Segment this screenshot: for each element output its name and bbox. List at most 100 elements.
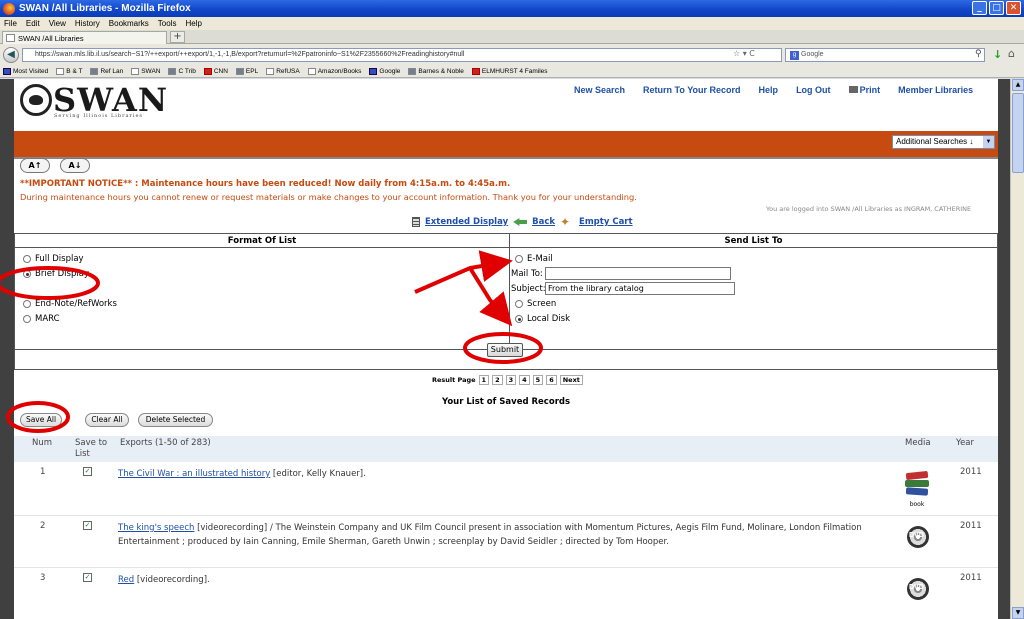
menu-help[interactable]: Help <box>185 19 201 28</box>
member-libraries-link[interactable]: Member Libraries <box>898 85 973 95</box>
mail-to-input[interactable] <box>545 267 731 280</box>
tab-bar: SWAN /All Libraries + <box>0 30 1024 44</box>
new-tab-button[interactable]: + <box>170 31 185 43</box>
back-arrow-icon[interactable]: ◀ <box>3 47 19 63</box>
bookmark-barnes-noble[interactable]: Barnes & Noble <box>408 67 464 75</box>
reload-icon[interactable]: ☆ ▾ C <box>733 49 755 58</box>
back-link[interactable]: Back <box>532 217 555 227</box>
radio-icon <box>515 255 523 263</box>
record-year: 2011 <box>960 521 982 531</box>
next-page-link[interactable]: Next <box>559 375 583 385</box>
send-local-disk-option[interactable]: Local Disk <box>515 314 570 324</box>
page-link[interactable]: 3 <box>505 375 517 385</box>
bookmark-elmhurst[interactable]: ELMHURST 4 Familes <box>471 67 548 75</box>
scroll-down-icon[interactable]: ▼ <box>1012 607 1024 619</box>
bookmark-amazon[interactable]: Amazon/Books <box>307 67 361 75</box>
scroll-thumb[interactable] <box>1012 93 1024 173</box>
subject-input[interactable]: From the library catalog <box>545 282 735 295</box>
page-link[interactable]: 5 <box>532 375 544 385</box>
print-link[interactable]: Print <box>848 85 880 95</box>
col-media: Media <box>905 438 931 448</box>
menu-edit[interactable]: Edit <box>26 19 40 28</box>
page-link[interactable]: 4 <box>519 375 530 385</box>
menu-bar: File Edit View History Bookmarks Tools H… <box>0 17 1024 30</box>
search-icon[interactable]: ⚲ <box>975 49 982 59</box>
save-checkbox[interactable]: ✓ <box>83 573 92 582</box>
minimize-button[interactable]: _ <box>972 1 987 15</box>
menu-history[interactable]: History <box>75 19 100 28</box>
bookmark-ref-lan[interactable]: Ref Lan <box>90 67 123 75</box>
swan-logo[interactable]: SWAN <box>20 84 168 116</box>
vertical-scrollbar[interactable]: ▲ ▼ <box>1010 79 1024 619</box>
scroll-up-icon[interactable]: ▲ <box>1012 79 1024 91</box>
tab-swan[interactable]: SWAN /All Libraries <box>2 31 167 44</box>
menu-file[interactable]: File <box>4 19 17 28</box>
window-titlebar: SWAN /All Libraries - Mozilla Firefox _ … <box>0 0 1024 17</box>
extended-display-link[interactable]: Extended Display <box>425 217 508 227</box>
format-brief-display[interactable]: Brief Display <box>23 269 89 279</box>
page-content: SWAN Serving Illinois Libraries New Sear… <box>14 79 998 619</box>
bookmark-most-visited[interactable]: Most Visited <box>3 67 48 75</box>
record-title-link[interactable]: Red <box>118 575 134 585</box>
maintenance-notice-title: **IMPORTANT NOTICE** : Maintenance hours… <box>20 179 511 189</box>
submit-button[interactable]: Submit <box>487 343 523 357</box>
col-list: List <box>75 449 90 459</box>
row-num: 1 <box>40 467 46 477</box>
bookmark-icon <box>203 67 212 75</box>
empty-cart-icon <box>560 216 574 228</box>
send-email-option[interactable]: E-Mail <box>515 254 553 264</box>
bookmark-cnn[interactable]: CNN <box>203 67 228 75</box>
save-checkbox[interactable]: ✓ <box>83 521 92 530</box>
radio-icon <box>23 315 31 323</box>
save-checkbox[interactable]: ✓ <box>83 467 92 476</box>
additional-searches-select[interactable]: Additional Searches ↓ ▼ <box>892 135 995 149</box>
radio-icon <box>23 255 31 263</box>
bookmark-swan[interactable]: SWAN <box>131 67 160 75</box>
header-band <box>14 131 998 157</box>
new-search-link[interactable]: New Search <box>574 85 625 95</box>
record-title-link[interactable]: The king's speech <box>118 523 194 533</box>
format-endnote[interactable]: End-Note/RefWorks <box>23 299 117 309</box>
menu-tools[interactable]: Tools <box>158 19 177 28</box>
page-link[interactable]: 6 <box>546 375 557 385</box>
return-to-record-link[interactable]: Return To Your Record <box>643 85 741 95</box>
pager-label: Result Page <box>432 376 476 384</box>
bookmark-icon <box>90 67 99 75</box>
close-button[interactable]: ✕ <box>1006 1 1021 15</box>
help-link[interactable]: Help <box>759 85 779 95</box>
url-bar[interactable]: https://swan.mls.lib.il.us/search~S1?/++… <box>22 48 782 62</box>
empty-cart-link[interactable]: Empty Cart <box>579 217 633 227</box>
send-screen-option[interactable]: Screen <box>515 299 556 309</box>
page-link[interactable]: 2 <box>492 375 503 385</box>
search-input[interactable]: g Google <box>785 48 985 62</box>
logo-tagline: Serving Illinois Libraries <box>54 113 143 119</box>
home-icon[interactable]: ⌂ <box>1008 47 1015 60</box>
site-nav: New Search Return To Your Record Help Lo… <box>574 85 973 95</box>
radio-selected-icon <box>23 270 31 278</box>
font-decrease-button[interactable]: A↓ <box>60 158 90 173</box>
chevron-down-icon: ▼ <box>983 136 994 148</box>
menu-bookmarks[interactable]: Bookmarks <box>109 19 149 28</box>
bookmark-refusa[interactable]: RefUSA <box>266 67 300 75</box>
delete-selected-button[interactable]: Delete Selected <box>138 413 213 427</box>
navigation-bar: ◀ https://swan.mls.lib.il.us/search~S1?/… <box>0 44 1024 65</box>
table-row: 1 ✓ The Civil War : an illustrated histo… <box>14 462 998 516</box>
format-marc[interactable]: MARC <box>23 314 60 324</box>
save-all-button[interactable]: Save All <box>20 413 62 427</box>
page-gutter-left <box>0 79 14 619</box>
bookmark-google[interactable]: Google <box>369 67 400 75</box>
radio-icon <box>515 300 523 308</box>
format-full-display[interactable]: Full Display <box>23 254 84 264</box>
bookmark-epl[interactable]: EPL <box>235 67 258 75</box>
maximize-button[interactable]: □ <box>989 1 1004 15</box>
page-link[interactable]: 1 <box>478 375 490 385</box>
col-num: Num <box>32 438 53 448</box>
bookmark-c-trib[interactable]: C Trib <box>168 67 196 75</box>
record-title-link[interactable]: The Civil War : an illustrated history <box>118 469 270 479</box>
menu-view[interactable]: View <box>49 19 66 28</box>
download-icon[interactable]: ↓ <box>993 48 1002 61</box>
log-out-link[interactable]: Log Out <box>796 85 831 95</box>
clear-all-button[interactable]: Clear All <box>85 413 129 427</box>
bookmark-bt[interactable]: B & T <box>56 67 82 75</box>
font-increase-button[interactable]: A↑ <box>20 158 50 173</box>
